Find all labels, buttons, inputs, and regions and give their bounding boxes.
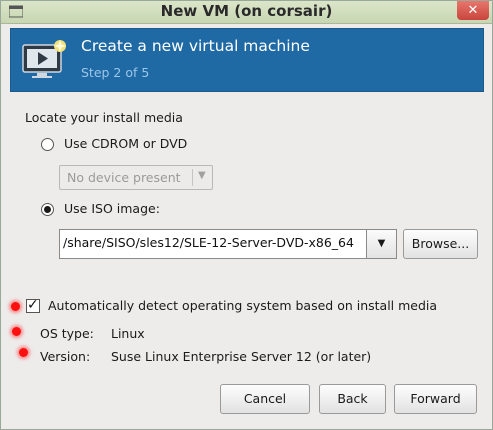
annotation-dot [11,302,20,311]
annotation-dot [19,348,28,357]
chevron-down-icon: ▼ [198,170,206,181]
combo-separator [192,169,193,186]
cdrom-device-value: No device present [67,170,181,185]
version-value: Suse Linux Enterprise Server 12 (or late… [111,349,372,364]
install-media-section-label: Locate your install media [25,110,183,125]
monitor-new-vm-icon [22,40,66,78]
checkmark-icon: ✓ [27,297,39,313]
cdrom-radio[interactable] [41,138,54,151]
auto-detect-label[interactable]: Automatically detect operating system ba… [48,298,437,313]
close-icon: ✕ [467,3,479,18]
iso-radio-label[interactable]: Use ISO image: [64,201,160,216]
iso-radio[interactable] [41,203,54,216]
annotation-dot [12,327,21,336]
os-type-label: OS type: [40,326,94,341]
chevron-down-icon: ▼ [377,238,386,249]
forward-button[interactable]: Forward [394,384,477,414]
cdrom-radio-label[interactable]: Use CDROM or DVD [64,136,187,151]
iso-path-input[interactable] [63,235,363,250]
wizard-header: Create a new virtual machine Step 2 of 5 [10,28,484,92]
cdrom-device-combo: No device present ▼ [59,165,213,190]
iso-path-field[interactable] [59,229,367,259]
back-button[interactable]: Back [319,384,386,414]
os-type-value: Linux [111,326,145,341]
version-label: Version: [40,349,91,364]
wizard-title: Create a new virtual machine [81,37,310,55]
wizard-step: Step 2 of 5 [81,65,150,80]
title-bar[interactable]: New VM (on corsair) ✕ [1,1,492,24]
auto-detect-checkbox[interactable]: ✓ [26,297,40,313]
window-title: New VM (on corsair) [160,2,333,20]
new-vm-dialog: New VM (on corsair) ✕ Create a new virtu… [0,0,493,430]
browse-button[interactable]: Browse... [403,229,478,259]
iso-history-dropdown[interactable]: ▼ [367,229,397,259]
close-button[interactable]: ✕ [457,1,489,20]
cancel-button[interactable]: Cancel [220,384,310,414]
